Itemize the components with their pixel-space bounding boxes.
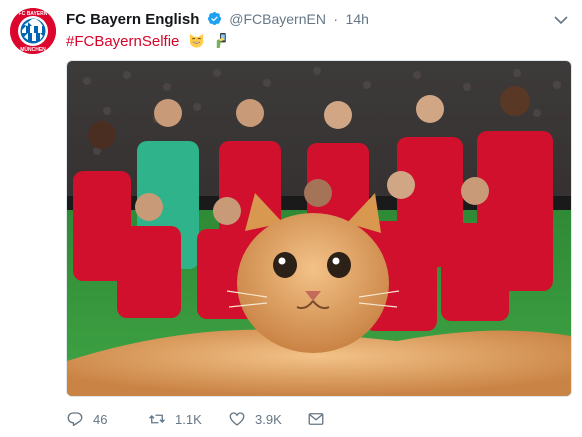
like-button[interactable]: 3.9K: [228, 408, 282, 430]
heart-icon: [229, 412, 245, 426]
direct-message-button[interactable]: [307, 408, 334, 430]
svg-text:MÜNCHEN: MÜNCHEN: [20, 46, 46, 53]
team-selfie-image: [67, 61, 571, 396]
tweet-timestamp[interactable]: 14h: [346, 11, 369, 27]
tweet-text: #FCBayernSelfie: [66, 32, 230, 54]
fc-bayern-logo: FC BAYERN MÜNCHEN: [10, 8, 56, 54]
svg-text:FC BAYERN: FC BAYERN: [19, 11, 48, 17]
retweet-count: 1.1K: [175, 411, 202, 427]
retweet-button[interactable]: 1.1K: [148, 408, 202, 430]
author-handle[interactable]: @FCBayernEN: [229, 11, 326, 27]
selfie-emoji: [217, 32, 227, 49]
reply-icon: [67, 412, 83, 427]
envelope-icon: [308, 413, 324, 425]
tweet-actions: 46 1.1K 3.9K: [66, 408, 566, 430]
tweet-photo[interactable]: [66, 60, 572, 397]
verified-badge-icon: [207, 11, 221, 26]
author-name[interactable]: FC Bayern English: [66, 11, 199, 28]
avatar[interactable]: FC BAYERN MÜNCHEN: [10, 8, 56, 54]
grinning-cat-emoji: [189, 33, 203, 48]
like-count: 3.9K: [255, 411, 282, 427]
hashtag-link[interactable]: #FCBayernSelfie: [66, 33, 179, 50]
reply-button[interactable]: 46: [66, 408, 107, 430]
reply-count: 46: [93, 411, 108, 427]
retweet-icon: [149, 414, 165, 424]
chevron-down-icon[interactable]: [554, 15, 568, 25]
tweet-header: FC Bayern English @FCBayernEN · 14h: [66, 11, 572, 31]
separator-dot: ·: [333, 11, 339, 27]
